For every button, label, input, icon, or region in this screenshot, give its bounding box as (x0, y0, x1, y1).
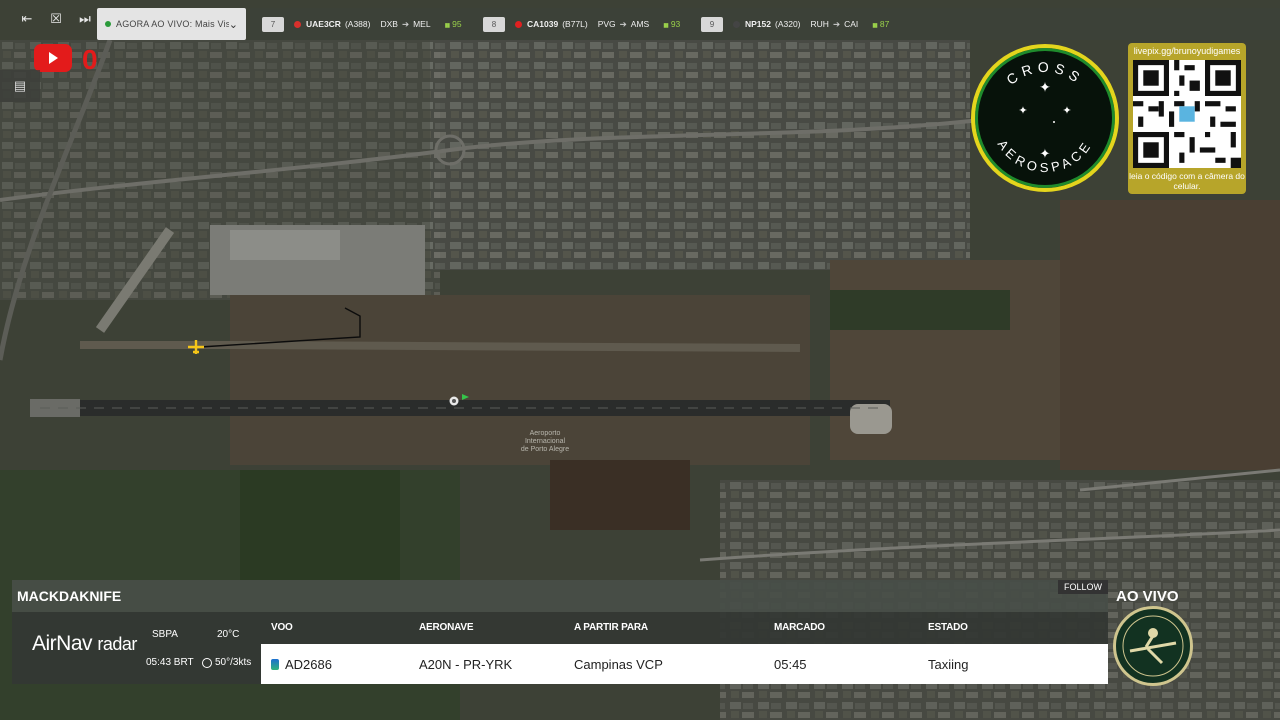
svg-text:✦: ✦ (1062, 105, 1071, 117)
temperature: 20°C (217, 629, 240, 640)
chevron-down-icon: ⌄ (228, 18, 238, 31)
location-pin-icon (449, 396, 459, 406)
channel-badge-logo (1113, 606, 1193, 686)
svg-text:✦: ✦ (1018, 105, 1027, 117)
qr-code-icon (1133, 60, 1241, 168)
aircraft-cell: A20N - PR-YRK (419, 657, 513, 672)
top-flights-bar: 7 UAE3CR (A388) DXB ➔ MEL 95 8 CA1039 (B… (250, 8, 1280, 40)
flight-code: CA1039 (527, 19, 559, 29)
map-label-airport: Aeroporto (530, 430, 561, 437)
flight-aircraft: (A388) (344, 19, 371, 29)
arrow-right-icon: ➔ (832, 18, 841, 29)
close-panel-icon[interactable]: ☒ (45, 8, 67, 30)
column-header: AERONAVE (419, 622, 474, 633)
flight-rank: 9 (701, 16, 723, 32)
table-row[interactable]: AD2686 A20N - PR-YRK Campinas VCP 05:45 … (261, 644, 1108, 684)
flight-rank: 7 (262, 16, 284, 32)
flight-aircraft: (B77L) (562, 19, 588, 29)
flight-score: 87 (872, 19, 889, 29)
qr-url: livepix.gg/brunoyudigames (1133, 46, 1241, 56)
wind-value: 50°/3kts (215, 657, 252, 668)
flight-aircraft: (A320) (775, 19, 801, 29)
svg-text:✦: ✦ (1040, 146, 1051, 161)
list-icon[interactable]: ▤ (0, 70, 40, 102)
next-icon[interactable]: ⏭ (74, 8, 96, 30)
username-bar: MACKDAKNIFE (12, 580, 1108, 612)
flight-code: NP152 (745, 19, 771, 29)
flight-rank: 8 (483, 16, 505, 32)
flight-number: AD2686 (285, 657, 332, 672)
livepix-qr-card[interactable]: livepix.gg/brunoyudigames leia o código … (1128, 43, 1246, 194)
scheduled-cell: 05:45 (774, 657, 807, 672)
flight-origin: DXB (380, 19, 398, 29)
airnav-logo: AirNav radar (32, 632, 137, 656)
flight-destination: MEL (413, 19, 431, 29)
arrow-right-icon: ➔ (401, 18, 410, 29)
flight-item[interactable]: 7 UAE3CR (A388) DXB ➔ MEL 95 (262, 16, 462, 32)
column-header: VOO (271, 622, 293, 633)
qr-caption: leia o código com a câmera do celular. (1129, 171, 1245, 191)
follow-button[interactable]: FOLLOW (1058, 580, 1108, 594)
flight-cell: AD2686 (271, 657, 332, 672)
column-header: MARCADO (774, 622, 825, 633)
flight-item[interactable]: 9 NP152 (A320) RUH ➔ CAI 87 (701, 16, 889, 32)
local-time: 05:43 BRT (146, 657, 194, 668)
flight-origin: PVG (597, 19, 616, 29)
svg-text:✦: ✦ (1039, 79, 1051, 95)
flight-item[interactable]: 8 CA1039 (B77L) PVG ➔ AMS 93 (483, 16, 680, 32)
airline-logo-icon (294, 20, 301, 28)
playlist-label: AGORA AO VIVO: Mais Vistos (116, 19, 229, 29)
airline-logo-icon (733, 20, 740, 28)
wind-readout: 50°/3kts (202, 657, 251, 668)
cross-aerospace-logo: CROSS AEROSPACE ✦ ✦ ✦ ✦ (971, 44, 1119, 192)
flight-info-panel: AirNav radar SBPA 05:43 BRT 20°C 50°/3kt… (12, 612, 1108, 684)
collapse-icon[interactable]: ⇤ (16, 8, 38, 30)
flight-destination: AMS (630, 19, 650, 29)
live-label: AO VIVO (1116, 588, 1179, 605)
username: MACKDAKNIFE (17, 588, 122, 604)
youtube-icon[interactable] (34, 44, 72, 72)
airport-code: SBPA (152, 629, 178, 640)
flight-score: 95 (445, 19, 461, 29)
svg-text:Internacional: Internacional (525, 438, 566, 445)
column-header: A PARTIR PARA (574, 622, 648, 633)
destination-cell: Campinas VCP (574, 657, 663, 672)
youtube-count: 0 (82, 44, 98, 75)
live-dot (105, 21, 111, 27)
flight-destination: CAI (844, 19, 859, 29)
airline-logo-icon (271, 659, 279, 670)
flight-code: UAE3CR (306, 19, 341, 29)
flight-origin: RUH (810, 19, 829, 29)
column-header: ESTADO (928, 622, 968, 633)
airline-logo-icon (515, 20, 522, 28)
table-header: VOO AERONAVE A PARTIR PARA MARCADO ESTAD… (261, 612, 1108, 644)
svg-text:de Porto Alegre: de Porto Alegre (521, 446, 569, 453)
status-cell: Taxiing (928, 657, 969, 672)
brand-suffix: radar (97, 634, 137, 654)
flight-score: 93 (663, 19, 680, 29)
wind-icon (202, 657, 212, 668)
arrow-right-icon: ➔ (619, 18, 627, 29)
brand-name: AirNav (32, 632, 93, 655)
playlist-dropdown[interactable]: AGORA AO VIVO: Mais Vistos ⌄ (97, 8, 246, 40)
